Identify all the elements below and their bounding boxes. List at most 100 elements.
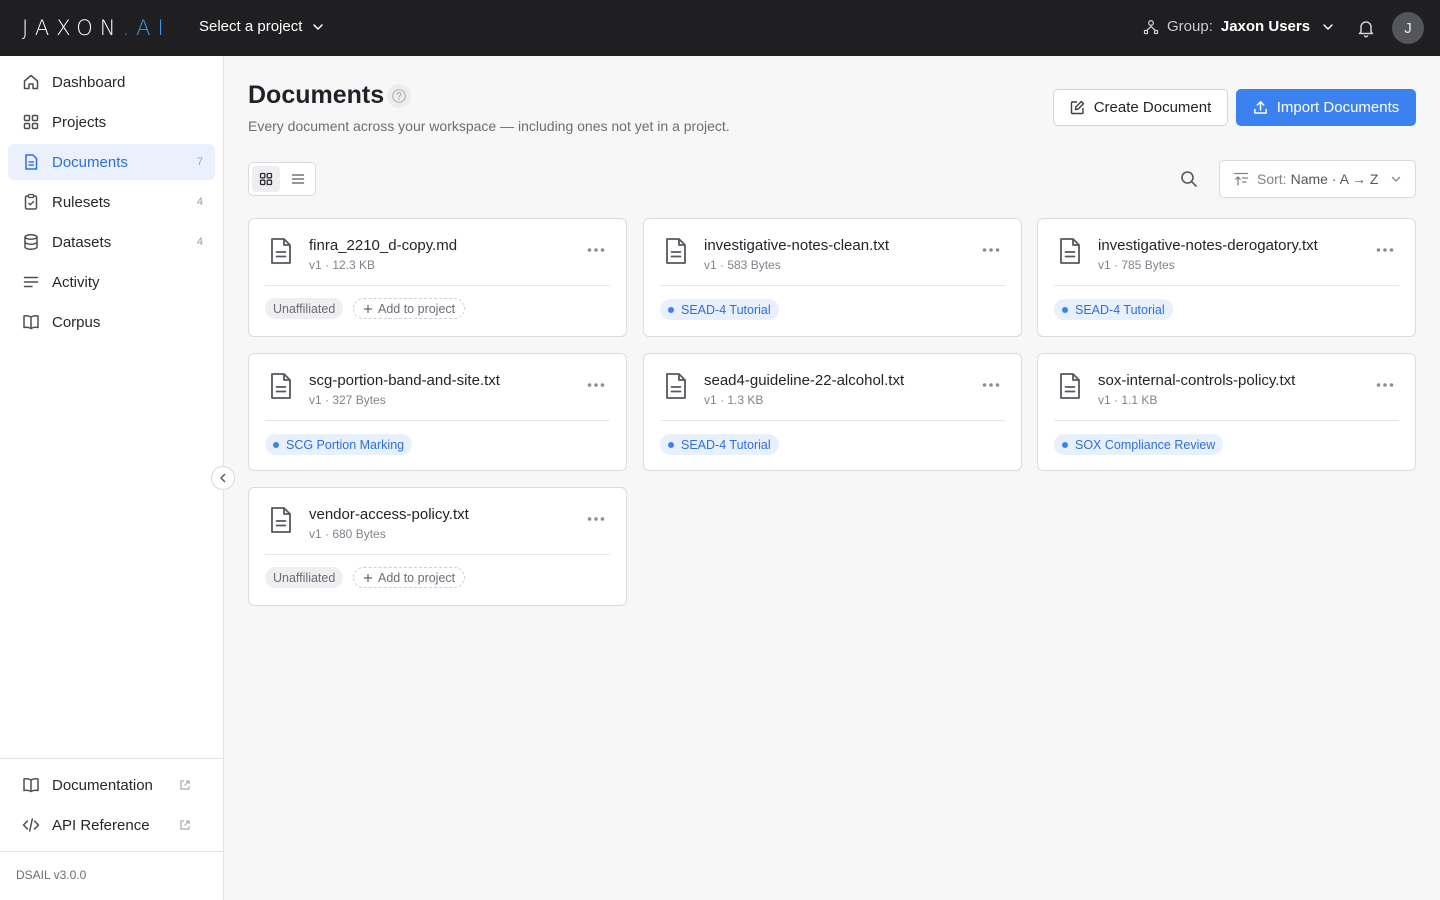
- sidebar-item-label: Activity: [52, 273, 100, 291]
- document-name[interactable]: scg-portion-band-and-site.txt: [309, 372, 500, 389]
- project-badge[interactable]: SEAD-4 Tutorial: [1054, 299, 1173, 320]
- document-name[interactable]: investigative-notes-derogatory.txt: [1098, 237, 1318, 254]
- file-text-icon: [1060, 373, 1080, 399]
- file-text-icon: [666, 238, 686, 264]
- sidebar-item-label: Corpus: [52, 313, 101, 331]
- document-name[interactable]: sead4-guideline-22-alcohol.txt: [704, 372, 904, 389]
- more-options-icon[interactable]: [586, 241, 606, 259]
- book-icon: [23, 315, 39, 330]
- page-subtitle: Every document across your workspace — i…: [248, 118, 730, 134]
- sidebar-item-count: 4: [196, 236, 203, 248]
- document-name[interactable]: sox-internal-controls-policy.txt: [1098, 372, 1295, 389]
- project-badge[interactable]: SEAD-4 Tutorial: [660, 299, 779, 320]
- document-name[interactable]: vendor-access-policy.txt: [309, 506, 469, 523]
- top-bar: JAXON .AI Select a project Group: Jaxon U…: [0, 0, 1440, 56]
- document-card[interactable]: investigative-notes-clean.txt v1 · 583 B…: [643, 218, 1022, 337]
- project-badge-label: SEAD-4 Tutorial: [1075, 302, 1165, 317]
- view-toggle: [248, 162, 316, 196]
- file-text-icon: [271, 507, 291, 533]
- add-to-project-label: Add to project: [378, 301, 456, 316]
- sidebar-item-label: Dashboard: [52, 73, 126, 91]
- document-card[interactable]: sox-internal-controls-policy.txt v1 · 1.…: [1037, 353, 1416, 471]
- sidebar-item-corpus[interactable]: Corpus: [8, 304, 215, 340]
- document-card[interactable]: finra_2210_d-copy.md v1 · 12.3 KB Unaffi…: [248, 218, 627, 337]
- sidebar-item-datasets[interactable]: Datasets 4: [8, 224, 215, 260]
- sidebar-link-documentation[interactable]: Documentation: [8, 767, 215, 803]
- search-icon[interactable]: [1180, 170, 1198, 188]
- more-options-icon[interactable]: [981, 376, 1001, 394]
- sidebar-item-documents[interactable]: Documents 7: [8, 144, 215, 180]
- list-view-icon: [291, 174, 305, 184]
- sidebar-collapse-button[interactable]: [211, 466, 235, 490]
- sort-value: Name · A → Z: [1290, 171, 1379, 187]
- project-dot: [273, 441, 279, 448]
- add-to-project-label: Add to project: [378, 570, 456, 585]
- jaxon-logo[interactable]: JAXON .AI: [22, 16, 171, 40]
- help-icon[interactable]: [387, 84, 411, 108]
- add-to-project-button[interactable]: Add to project: [353, 567, 466, 588]
- sort-select[interactable]: Sort: Name · A → Z: [1219, 160, 1416, 198]
- project-badge[interactable]: SCG Portion Marking: [265, 434, 413, 455]
- question-circle-icon: [392, 89, 406, 103]
- file-text-icon: [271, 238, 291, 264]
- chevron-left-icon: [220, 473, 226, 483]
- create-document-button[interactable]: Create Document: [1053, 89, 1228, 126]
- document-card[interactable]: sead4-guideline-22-alcohol.txt v1 · 1.3 …: [643, 353, 1022, 471]
- more-options-icon[interactable]: [1375, 241, 1395, 259]
- sidebar-link-label: Documentation: [52, 776, 153, 794]
- card-divider: [1054, 285, 1399, 286]
- project-badge-label: SEAD-4 Tutorial: [681, 437, 771, 452]
- project-selector-label: Select a project: [199, 18, 303, 35]
- sidebar-item-activity[interactable]: Activity: [8, 264, 215, 300]
- project-badge[interactable]: SOX Compliance Review: [1054, 434, 1224, 455]
- project-badge-label: SCG Portion Marking: [286, 437, 405, 452]
- project-badge-label: SEAD-4 Tutorial: [681, 302, 771, 317]
- document-icon: [25, 154, 38, 170]
- document-meta: v1 · 583 Bytes: [704, 258, 781, 272]
- document-card[interactable]: investigative-notes-derogatory.txt v1 · …: [1037, 218, 1416, 337]
- more-options-icon[interactable]: [981, 241, 1001, 259]
- document-card[interactable]: vendor-access-policy.txt v1 · 680 Bytes …: [248, 487, 627, 606]
- more-options-icon[interactable]: [586, 376, 606, 394]
- sidebar-item-count: 4: [196, 196, 203, 208]
- chevron-down-icon: [1323, 23, 1333, 30]
- sidebar-link-api-reference[interactable]: API Reference: [8, 807, 215, 843]
- group-label: Group:: [1167, 18, 1213, 35]
- app-version: DSAIL v3.0.0: [16, 868, 87, 882]
- import-documents-button[interactable]: Import Documents: [1236, 89, 1416, 126]
- project-badge[interactable]: SEAD-4 Tutorial: [660, 434, 779, 455]
- group-selector[interactable]: Group: Jaxon Users: [1143, 18, 1334, 35]
- sidebar-item-projects[interactable]: Projects: [8, 104, 215, 140]
- document-meta: v1 · 12.3 KB: [309, 258, 376, 272]
- grid-icon: [23, 114, 39, 130]
- user-avatar[interactable]: J: [1392, 12, 1424, 44]
- document-meta: v1 · 327 Bytes: [309, 393, 386, 407]
- add-to-project-button[interactable]: Add to project: [353, 298, 466, 319]
- project-dot: [1062, 441, 1068, 448]
- document-card[interactable]: scg-portion-band-and-site.txt v1 · 327 B…: [248, 353, 627, 471]
- sidebar-item-dashboard[interactable]: Dashboard: [8, 64, 215, 100]
- list-view-button[interactable]: [284, 166, 312, 192]
- sidebar-item-rulesets[interactable]: Rulesets 4: [8, 184, 215, 220]
- clipboard-check-icon: [24, 193, 38, 210]
- notifications-bell-icon[interactable]: [1356, 18, 1376, 38]
- file-text-icon: [271, 373, 291, 399]
- more-options-icon[interactable]: [586, 510, 606, 528]
- document-name[interactable]: finra_2210_d-copy.md: [309, 237, 457, 254]
- project-selector[interactable]: Select a project: [199, 18, 324, 35]
- more-options-icon[interactable]: [1375, 376, 1395, 394]
- card-divider: [660, 420, 1005, 421]
- card-divider: [265, 554, 610, 555]
- file-text-icon: [1060, 238, 1080, 264]
- project-dot: [668, 441, 674, 448]
- sidebar-link-label: API Reference: [52, 816, 150, 834]
- card-divider: [265, 285, 610, 286]
- logo-suffix: .AI: [122, 16, 171, 40]
- external-link-icon: [180, 820, 190, 830]
- unaffiliated-badge: Unaffiliated: [265, 298, 344, 319]
- project-badge-label: SOX Compliance Review: [1075, 437, 1216, 452]
- unaffiliated-badge: Unaffiliated: [265, 567, 344, 588]
- document-name[interactable]: investigative-notes-clean.txt: [704, 237, 889, 254]
- group-value: Jaxon Users: [1220, 18, 1311, 35]
- grid-view-button[interactable]: [252, 166, 280, 192]
